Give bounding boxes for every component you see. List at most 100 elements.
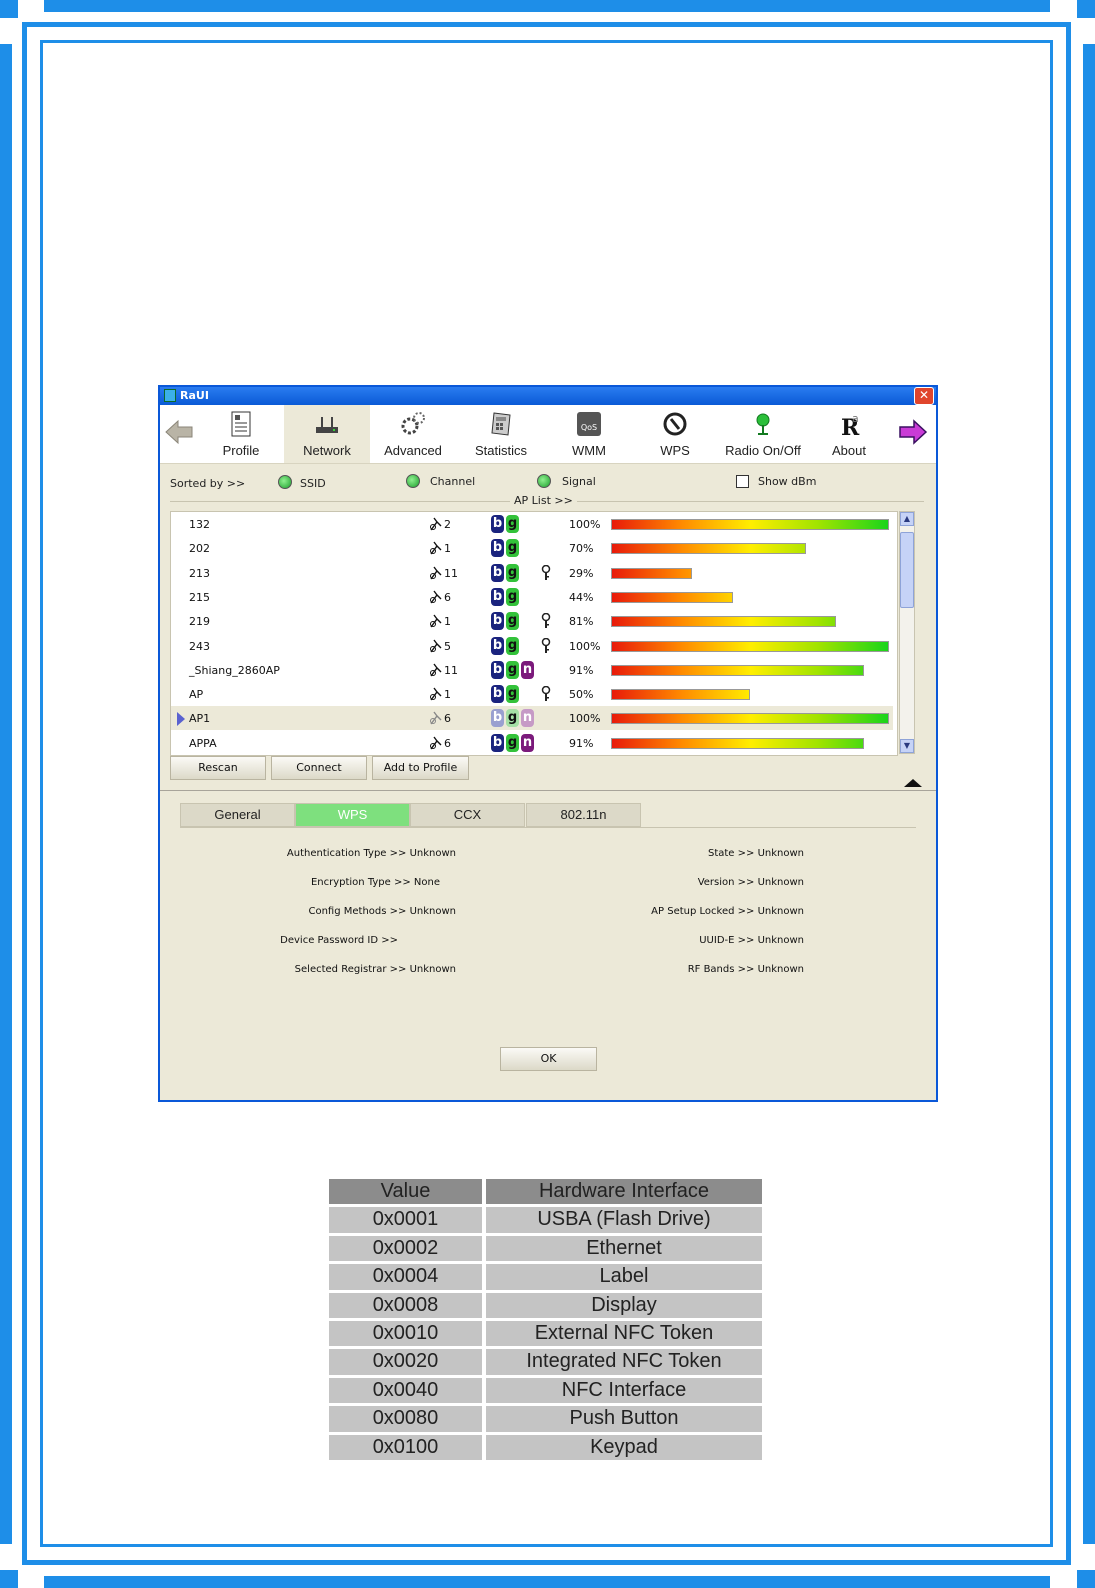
mode-b-badge: b: [491, 636, 504, 655]
connect-button[interactable]: Connect: [271, 756, 367, 780]
mode-g-badge: g: [506, 636, 519, 655]
toolbar-network[interactable]: Network: [284, 405, 370, 463]
mode-n-badge: n: [521, 709, 534, 728]
ap-row[interactable]: 213 11 b g 29%: [171, 561, 893, 585]
ap-row[interactable]: 243 5 b g 100%: [171, 634, 893, 658]
ap-row[interactable]: 219 1 b g 81%: [171, 609, 893, 633]
table-cell: Keypad: [486, 1434, 762, 1460]
ap-row[interactable]: _Shiang_2860AP 11 b g n 91%: [171, 658, 893, 682]
ap-channel: 1: [444, 615, 451, 629]
info-encryption-type: Encryption Type >> None: [310, 877, 440, 888]
wps-icon: [663, 412, 687, 436]
ap-row[interactable]: 215 6 b g 44%: [171, 585, 893, 609]
toolbar-profile[interactable]: Profile: [198, 405, 284, 463]
table-cell: Ethernet: [486, 1235, 762, 1262]
lock-key-icon: [541, 564, 551, 580]
tab-general[interactable]: General: [180, 803, 295, 827]
collapse-icon[interactable]: [904, 779, 922, 787]
mode-b-badge: b: [491, 515, 504, 533]
mode-g-badge: g: [506, 612, 519, 631]
close-button[interactable]: ✕: [914, 387, 934, 405]
ap-list-title: AP List >>: [510, 494, 577, 507]
ap-channel: 6: [444, 736, 451, 750]
info-version: Version >> Unknown: [697, 877, 804, 888]
table-cell: 0x0080: [329, 1406, 482, 1432]
toolbar-about[interactable]: R a About: [806, 405, 892, 463]
table-header-cell: Value: [329, 1179, 482, 1205]
channel-icon: [430, 736, 442, 750]
signal-strength-bar: [611, 664, 864, 676]
toolbar-advanced[interactable]: Advanced: [370, 405, 456, 463]
frame-corner: [1077, 0, 1095, 18]
ap-ssid: AP: [189, 688, 204, 702]
forward-arrow-icon[interactable]: [898, 417, 928, 447]
tab-80211n[interactable]: 802.11n: [526, 803, 641, 827]
lock-key-icon: [541, 637, 551, 653]
ap-channel: 1: [444, 688, 451, 702]
table-cell: 0x0002: [329, 1235, 482, 1262]
signal-strength-bar: [611, 616, 836, 628]
back-arrow-icon[interactable]: [164, 417, 194, 447]
mode-n-badge: n: [521, 733, 534, 752]
toolbar-radio-onoff[interactable]: Radio On/Off: [720, 405, 806, 463]
toolbar-statistics[interactable]: Statistics: [458, 405, 544, 463]
signal-strength-bar: [611, 519, 889, 530]
ap-channel: 5: [444, 639, 451, 653]
scroll-down-button[interactable]: ▼: [900, 739, 914, 753]
svg-text:QoS: QoS: [581, 423, 597, 432]
mode-b-badge: b: [491, 612, 504, 631]
table-cell: External NFC Token: [486, 1321, 762, 1347]
channel-icon: [430, 711, 442, 725]
selected-row-marker-icon: [177, 712, 185, 727]
mode-g-badge: g: [506, 709, 519, 728]
frame-left-bar: [0, 44, 12, 1544]
channel-icon: [430, 663, 442, 677]
ap-signal-percent: 81%: [569, 615, 594, 629]
mode-b-badge: b: [491, 587, 504, 606]
ap-row[interactable]: APPA 6 b g n 91%: [171, 731, 893, 755]
ap-ssid: 202: [189, 542, 210, 556]
lock-key-icon: [541, 686, 551, 702]
ap-list-scrollbar[interactable]: ▲ ▼: [899, 511, 915, 754]
profile-icon: [231, 411, 251, 437]
toolbar-label: About: [832, 443, 866, 458]
info-selected-registrar: Selected Registrar >> Unknown: [294, 964, 456, 975]
table-cell: Display: [486, 1292, 762, 1318]
ap-channel: 2: [444, 518, 451, 531]
mode-g-badge: g: [506, 587, 519, 606]
tab-underline: [180, 827, 916, 828]
sort-channel-radio[interactable]: [406, 474, 420, 488]
frame-right-bar: [1083, 44, 1095, 1544]
mode-b-badge: b: [491, 660, 504, 679]
tab-wps[interactable]: WPS: [295, 803, 410, 827]
toolbar-wmm[interactable]: QoS WMM: [546, 405, 632, 463]
network-icon: [316, 417, 338, 433]
toolbar-label: Radio On/Off: [725, 443, 801, 458]
rescan-button[interactable]: Rescan: [170, 756, 266, 780]
info-authentication-type: Authentication Type >> Unknown: [286, 848, 456, 859]
sort-signal-radio[interactable]: [537, 474, 551, 488]
lock-key-icon: [541, 613, 551, 629]
add-to-profile-button[interactable]: Add to Profile: [372, 756, 469, 780]
window-title: RaUI: [180, 389, 209, 402]
ap-row[interactable]: AP 1 b g 50%: [171, 682, 893, 706]
table-cell: NFC Interface: [486, 1377, 762, 1404]
tab-ccx[interactable]: CCX: [410, 803, 525, 827]
info-device-password-id: Device Password ID >>: [280, 935, 398, 946]
scroll-thumb[interactable]: [900, 532, 914, 608]
title-bar[interactable]: RaUI ✕: [160, 387, 936, 405]
ap-signal-percent: 91%: [569, 736, 594, 750]
channel-icon: [430, 590, 442, 604]
ap-row[interactable]: AP1 6 b g n 100%: [171, 706, 893, 731]
ap-row[interactable]: 132 2 b g 100%: [171, 512, 893, 536]
info-state: State >> Unknown: [707, 848, 804, 859]
channel-icon: [430, 566, 442, 580]
scroll-up-button[interactable]: ▲: [900, 512, 914, 526]
show-dbm-checkbox[interactable]: [736, 475, 749, 488]
ap-signal-percent: 100%: [569, 712, 601, 726]
ok-button[interactable]: OK: [500, 1047, 597, 1071]
toolbar-label: WPS: [660, 443, 690, 458]
ap-row[interactable]: 202 1 b g 70%: [171, 536, 893, 560]
toolbar-wps[interactable]: WPS: [632, 405, 718, 463]
sort-ssid-radio[interactable]: [278, 475, 292, 489]
